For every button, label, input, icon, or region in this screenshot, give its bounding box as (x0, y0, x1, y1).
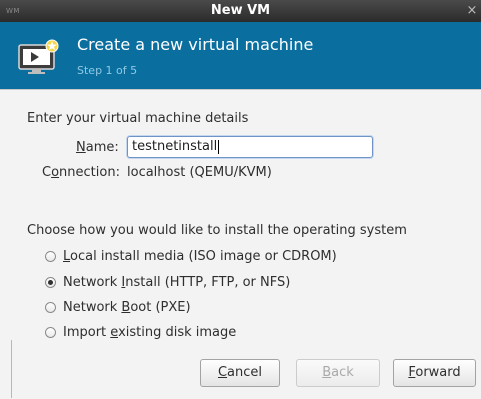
wizard-header-banner: Create a new virtual machine Step 1 of 5 (0, 22, 481, 89)
radio-button[interactable] (45, 250, 56, 262)
radio-button-checked[interactable] (45, 276, 56, 288)
install-method-heading: Choose how you would like to install the… (27, 223, 407, 238)
close-window-button[interactable]: × (465, 0, 479, 22)
option-import-disk-image[interactable]: Import existing disk image (45, 323, 236, 341)
option-label: Import existing disk image (63, 324, 237, 340)
window-title: New VM (210, 3, 271, 18)
radio-button[interactable] (45, 301, 56, 313)
text-caret (218, 139, 220, 154)
name-label: Name: (76, 140, 119, 155)
title-bar: New VM WM × (0, 0, 481, 23)
forward-button[interactable]: Forward (393, 359, 476, 387)
option-network-install[interactable]: Network Install (HTTP, FTP, or NFS) (45, 273, 290, 291)
connection-value: localhost (QEMU/KVM) (127, 165, 272, 180)
wizard-title: Create a new virtual machine (77, 35, 314, 54)
connection-label: Connection: (42, 165, 120, 180)
back-button[interactable]: Back (296, 359, 380, 387)
details-heading: Enter your virtual machine details (27, 111, 249, 126)
window-menu-icon[interactable]: WM (6, 0, 20, 22)
new-vm-monitor-icon (18, 39, 59, 74)
option-label: Local install media (ISO image or CDROM) (63, 248, 337, 264)
option-label: Network Install (HTTP, FTP, or NFS) (63, 274, 291, 290)
radio-button[interactable] (45, 326, 56, 338)
option-local-install-media[interactable]: Local install media (ISO image or CDROM) (45, 247, 337, 265)
window-left-edge (11, 340, 12, 398)
option-network-boot[interactable]: Network Boot (PXE) (45, 298, 191, 316)
cancel-button[interactable]: Cancel (200, 359, 280, 387)
vm-name-input[interactable]: testnetinstall (127, 136, 373, 158)
option-label: Network Boot (PXE) (63, 299, 191, 315)
wizard-step-indicator: Step 1 of 5 (77, 64, 138, 77)
